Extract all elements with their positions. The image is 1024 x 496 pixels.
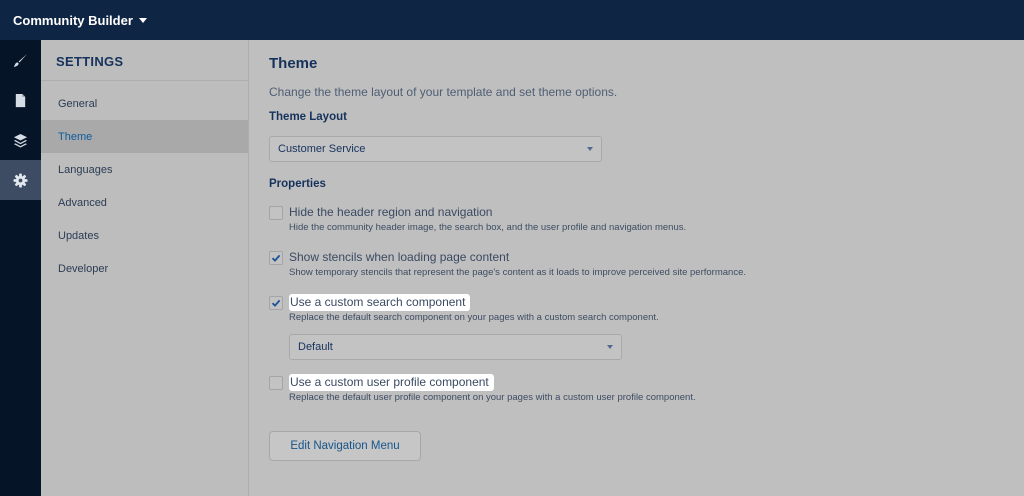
settings-item-advanced[interactable]: Advanced xyxy=(41,186,248,219)
dropdown-arrow-icon xyxy=(587,147,593,151)
custom-user-profile-checkbox[interactable] xyxy=(269,376,283,390)
dropdown-arrow-icon xyxy=(607,345,613,349)
property-description: Replace the default search component on … xyxy=(289,312,659,323)
theme-layout-label: Theme Layout xyxy=(269,111,347,123)
search-component-select[interactable]: Default xyxy=(289,334,622,360)
property-label[interactable]: Hide the header region and navigation xyxy=(289,205,495,219)
edit-navigation-menu-button[interactable]: Edit Navigation Menu xyxy=(269,431,421,461)
hide-header-checkbox[interactable] xyxy=(269,206,283,220)
pages-button[interactable] xyxy=(0,80,41,120)
page-title: Theme xyxy=(269,55,318,72)
settings-panel: SETTINGS General Theme Languages Advance… xyxy=(41,40,249,496)
checkmark-icon xyxy=(271,299,281,307)
theme-layout-value: Customer Service xyxy=(278,143,366,155)
paintbrush-icon xyxy=(13,53,28,67)
theme-brush-button[interactable] xyxy=(0,40,41,80)
property-description: Show temporary stencils that represent t… xyxy=(289,267,746,278)
settings-item-developer[interactable]: Developer xyxy=(41,252,248,285)
layers-icon xyxy=(13,133,28,148)
property-description: Replace the default user profile compone… xyxy=(289,392,696,403)
gear-icon xyxy=(13,172,28,188)
settings-title: SETTINGS xyxy=(41,40,248,81)
components-button[interactable] xyxy=(0,120,41,160)
property-label[interactable]: Show stencils when loading page content xyxy=(289,250,512,264)
search-component-value: Default xyxy=(298,341,333,353)
icon-rail xyxy=(0,40,41,496)
settings-item-languages[interactable]: Languages xyxy=(41,153,248,186)
settings-button[interactable] xyxy=(0,160,41,200)
checkmark-icon xyxy=(271,254,281,262)
theme-layout-select[interactable]: Customer Service xyxy=(269,136,602,162)
property-label[interactable]: Use a custom user profile component xyxy=(289,374,494,391)
settings-item-general[interactable]: General xyxy=(41,87,248,120)
custom-search-checkbox[interactable] xyxy=(269,296,283,310)
app-title[interactable]: Community Builder xyxy=(13,13,133,28)
show-stencils-checkbox[interactable] xyxy=(269,251,283,265)
page-icon xyxy=(15,93,26,107)
chevron-down-icon[interactable] xyxy=(138,18,147,23)
theme-settings-content: Theme Change the theme layout of your te… xyxy=(249,40,1024,496)
settings-item-theme[interactable]: Theme xyxy=(41,120,248,153)
top-bar: Community Builder xyxy=(0,0,1024,40)
properties-label: Properties xyxy=(269,178,326,190)
property-label[interactable]: Use a custom search component xyxy=(289,294,471,311)
page-subtitle: Change the theme layout of your template… xyxy=(269,85,618,99)
settings-item-updates[interactable]: Updates xyxy=(41,219,248,252)
property-description: Hide the community header image, the sea… xyxy=(289,222,687,233)
